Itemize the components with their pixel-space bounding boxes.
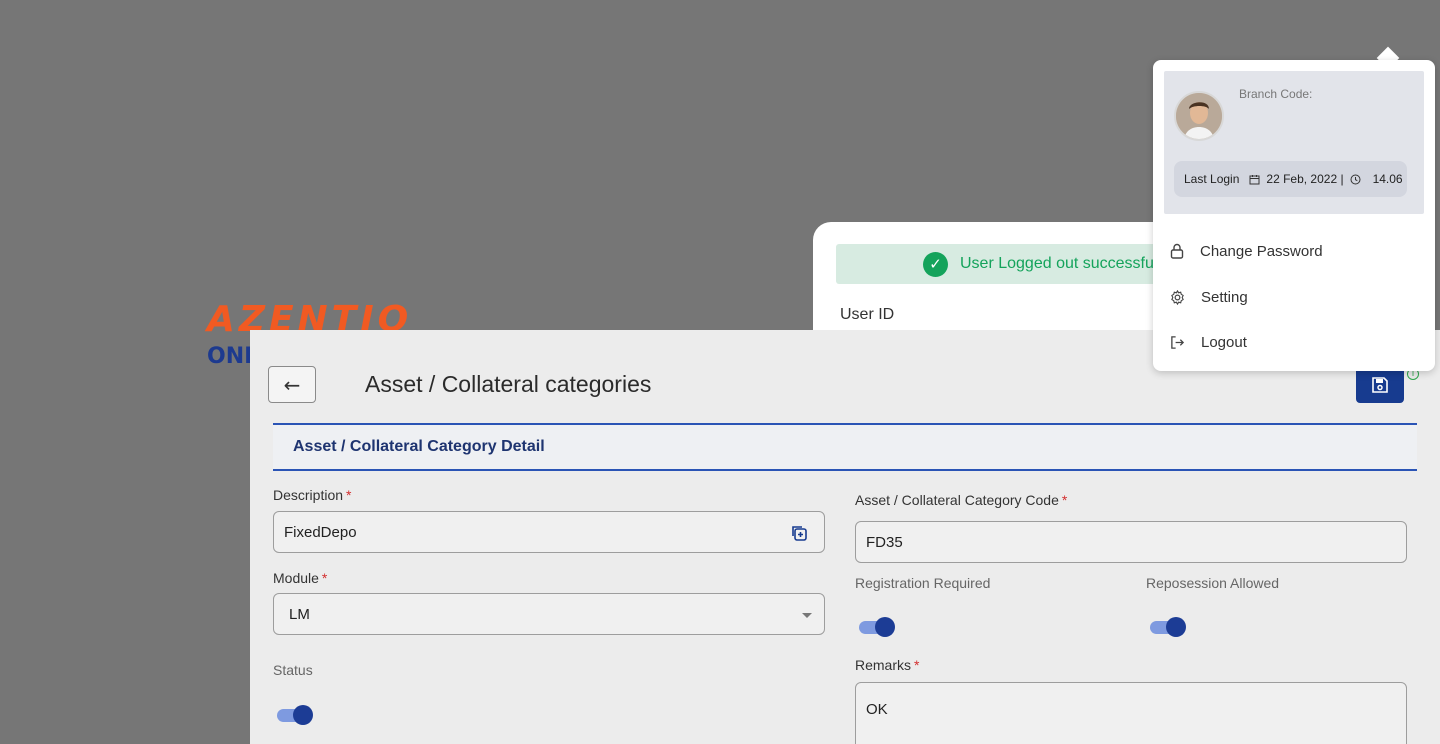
category-code-label-text: Asset / Collateral Category Code — [855, 492, 1059, 508]
category-code-value: FD35 — [866, 533, 903, 551]
tab-label: Asset / Collateral Category Detail — [293, 438, 545, 455]
toast-message: User Logged out successfully — [960, 255, 1169, 272]
description-value: FixedDepo — [284, 523, 357, 541]
description-label-text: Description — [273, 487, 344, 503]
logout-icon — [1171, 335, 1185, 349]
menu-item-logout[interactable]: Logout — [1153, 322, 1435, 362]
remarks-textarea[interactable]: OK — [855, 682, 1407, 744]
copy-icon[interactable] — [790, 524, 808, 542]
remarks-label: Remarks * — [855, 657, 919, 673]
last-login-label: Last Login — [1184, 172, 1240, 186]
module-label-text: Module — [273, 570, 319, 586]
repossession-allowed-toggle[interactable] — [1150, 616, 1186, 638]
required-marker: * — [1061, 492, 1068, 508]
category-code-label: Asset / Collateral Category Code * — [855, 492, 1067, 508]
calendar-icon — [1249, 174, 1260, 184]
last-login-time: 14.06 — [1372, 172, 1403, 186]
lock-icon — [1170, 243, 1184, 259]
clock-icon — [1350, 174, 1361, 184]
module-value: LM — [289, 605, 310, 623]
description-input[interactable]: FixedDepo — [273, 511, 825, 553]
back-button[interactable]: ← — [268, 366, 316, 403]
module-select[interactable]: LM — [273, 593, 825, 635]
menu-item-label: Logout — [1201, 333, 1247, 351]
branch-code-label: Branch Code: — [1239, 87, 1313, 101]
required-marker: * — [321, 570, 328, 586]
toggle-thumb — [293, 705, 313, 725]
remarks-value: OK — [866, 701, 888, 718]
module-label: Module * — [273, 570, 327, 586]
toggle-thumb — [875, 617, 895, 637]
menu-item-label: Setting — [1201, 288, 1248, 306]
required-marker: * — [346, 487, 352, 503]
toggle-thumb — [1166, 617, 1186, 637]
required-marker: * — [914, 657, 920, 673]
menu-item-setting[interactable]: Setting — [1153, 277, 1435, 317]
registration-required-toggle[interactable] — [859, 616, 895, 638]
status-label: Status — [273, 662, 313, 678]
user-id-label: User ID — [840, 306, 895, 323]
save-button[interactable] — [1356, 366, 1404, 403]
registration-required-label: Registration Required — [855, 575, 991, 591]
repossession-allowed-label: Reposession Allowed — [1146, 575, 1280, 591]
page-title: Asset / Collateral categories — [365, 371, 652, 397]
chevron-down-icon — [802, 613, 812, 618]
description-label: Description * — [273, 487, 351, 503]
save-icon — [1372, 376, 1388, 393]
avatar — [1174, 91, 1224, 141]
asset-category-dialog: ← Asset / Collateral categories i Asset … — [250, 330, 1440, 744]
remarks-label-text: Remarks — [855, 657, 912, 673]
user-photo-icon — [1176, 93, 1222, 139]
profile-card: Branch Code: Last Login 22 Feb, 2022 | 1… — [1164, 71, 1424, 214]
user-menu-dropdown: Branch Code: Last Login 22 Feb, 2022 | 1… — [1153, 60, 1435, 371]
last-login-badge: Last Login 22 Feb, 2022 | 14.06 — [1174, 161, 1407, 197]
category-code-input[interactable]: FD35 — [855, 521, 1407, 563]
tab-category-detail[interactable]: Asset / Collateral Category Detail — [273, 423, 1417, 471]
menu-item-label: Change Password — [1200, 242, 1323, 260]
gear-icon — [1171, 289, 1184, 305]
check-circle-icon: ✓ — [923, 251, 948, 277]
arrow-left-icon: ← — [283, 372, 301, 397]
status-toggle[interactable] — [277, 704, 313, 726]
last-login-date: 22 Feb, 2022 | — [1266, 172, 1344, 186]
menu-item-change-password[interactable]: Change Password — [1153, 231, 1435, 271]
